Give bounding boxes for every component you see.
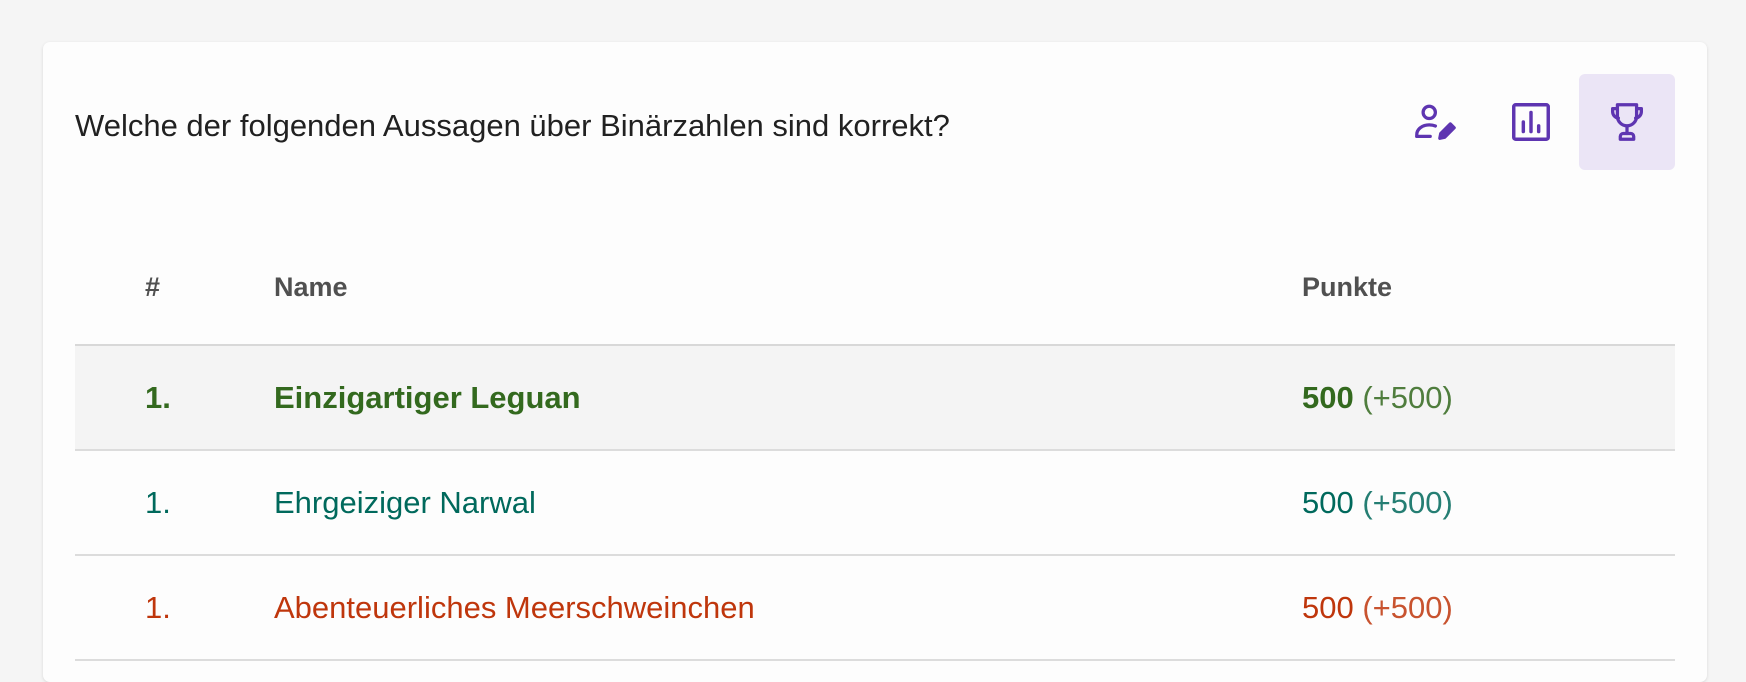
- row-points: 500 (+500): [1302, 380, 1453, 416]
- person-edit-icon: [1415, 104, 1456, 140]
- row-name: Abenteuerliches Meerschweinchen: [274, 590, 755, 625]
- table-row: 1. Einzigartiger Leguan 500 (+500): [75, 346, 1675, 451]
- row-name: Ehrgeiziger Narwal: [274, 485, 536, 520]
- leaderboard-table: # Name Punkte 1. Einzigartiger Leguan 50…: [75, 242, 1675, 661]
- edit-participant-button[interactable]: [1387, 74, 1483, 170]
- row-points: 500 (+500): [1302, 485, 1453, 521]
- statistics-button[interactable]: [1483, 74, 1579, 170]
- header-name: Name: [274, 272, 348, 302]
- points-value: 500: [1302, 485, 1354, 520]
- leaderboard-button[interactable]: [1579, 74, 1675, 170]
- question-title: Welche der folgenden Aussagen über Binär…: [75, 108, 950, 143]
- points-delta: (+500): [1362, 590, 1453, 625]
- view-toolbar: [1387, 74, 1675, 170]
- row-points: 500 (+500): [1302, 590, 1453, 626]
- points-delta: (+500): [1362, 485, 1453, 520]
- row-name: Einzigartiger Leguan: [274, 380, 581, 415]
- points-value: 500: [1302, 380, 1354, 415]
- leaderboard-card: Welche der folgenden Aussagen über Binär…: [43, 42, 1707, 682]
- table-row: 1. Ehrgeiziger Narwal 500 (+500): [75, 451, 1675, 556]
- row-rank: 1.: [145, 485, 171, 520]
- points-value: 500: [1302, 590, 1354, 625]
- table-row: 1. Abenteuerliches Meerschweinchen 500 (…: [75, 556, 1675, 661]
- trophy-icon: [1610, 103, 1644, 141]
- bar-chart-icon: [1512, 103, 1550, 141]
- header-rank: #: [145, 272, 161, 302]
- table-header: # Name Punkte: [75, 242, 1675, 346]
- header-points: Punkte: [1302, 272, 1393, 302]
- row-rank: 1.: [145, 590, 171, 625]
- points-delta: (+500): [1362, 380, 1453, 415]
- row-rank: 1.: [145, 380, 171, 415]
